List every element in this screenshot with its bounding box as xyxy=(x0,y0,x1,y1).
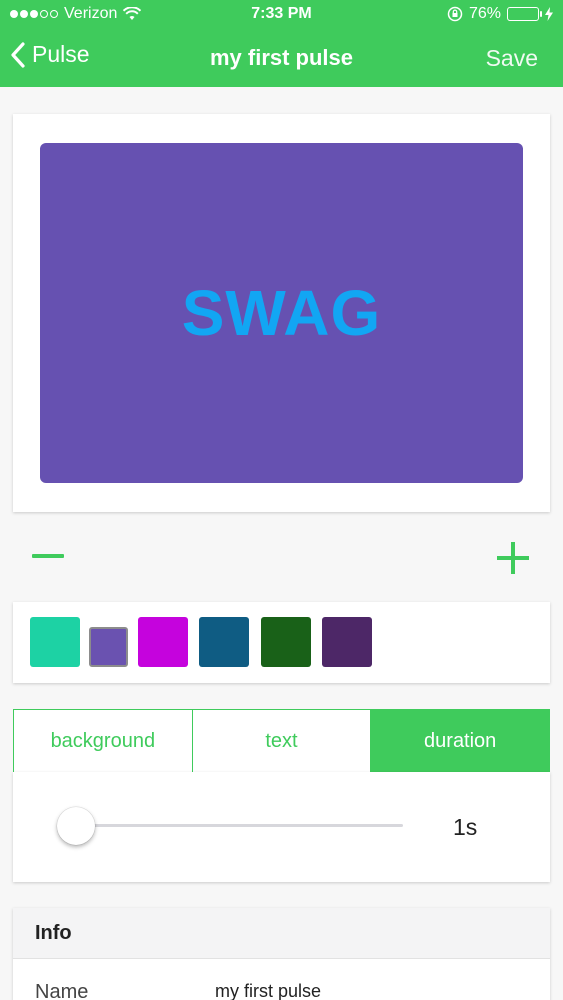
battery-percent: 76% xyxy=(468,5,501,22)
color-swatch[interactable] xyxy=(138,617,188,667)
property-tabs: background text duration xyxy=(13,709,550,773)
color-swatch[interactable] xyxy=(322,617,372,667)
rotation-lock-icon xyxy=(447,6,463,22)
color-swatch[interactable] xyxy=(89,627,128,667)
status-bar: Verizon 7:33 PM 76% xyxy=(0,0,563,30)
battery-icon xyxy=(507,7,542,21)
color-swatch[interactable] xyxy=(30,617,80,667)
increase-size-button[interactable] xyxy=(497,542,529,574)
duration-slider-track[interactable] xyxy=(75,824,403,827)
tab-background[interactable]: background xyxy=(14,710,193,772)
tab-duration[interactable]: duration xyxy=(371,710,550,772)
info-header: Info xyxy=(13,908,550,959)
duration-slider-handle[interactable] xyxy=(57,807,95,845)
info-label: Name xyxy=(35,981,89,1000)
decrease-size-button[interactable] xyxy=(32,554,64,558)
nav-bar: Pulse my first pulse Save xyxy=(0,38,563,78)
page-title: my first pulse xyxy=(209,45,354,70)
top-bar: Verizon 7:33 PM 76% Pulse my first pulse… xyxy=(0,0,563,87)
save-button[interactable]: Save xyxy=(486,45,538,72)
duration-value: 1s xyxy=(453,814,478,840)
status-right: 76% xyxy=(447,5,553,23)
info-section: Info Name my first pulse xyxy=(13,908,550,1000)
preview-text: SWAG xyxy=(181,277,382,349)
color-swatch-picker xyxy=(13,602,550,683)
info-row-name: Name my first pulse xyxy=(13,959,550,1000)
preview-card: SWAG xyxy=(13,114,550,512)
color-swatch[interactable] xyxy=(199,617,249,667)
size-controls xyxy=(0,530,563,586)
pulse-preview: SWAG xyxy=(40,143,523,483)
info-value[interactable]: my first pulse xyxy=(215,981,321,1000)
charging-bolt-icon xyxy=(545,7,553,21)
tab-text[interactable]: text xyxy=(193,710,372,772)
duration-panel: 1s xyxy=(13,772,550,882)
color-swatch[interactable] xyxy=(261,617,311,667)
